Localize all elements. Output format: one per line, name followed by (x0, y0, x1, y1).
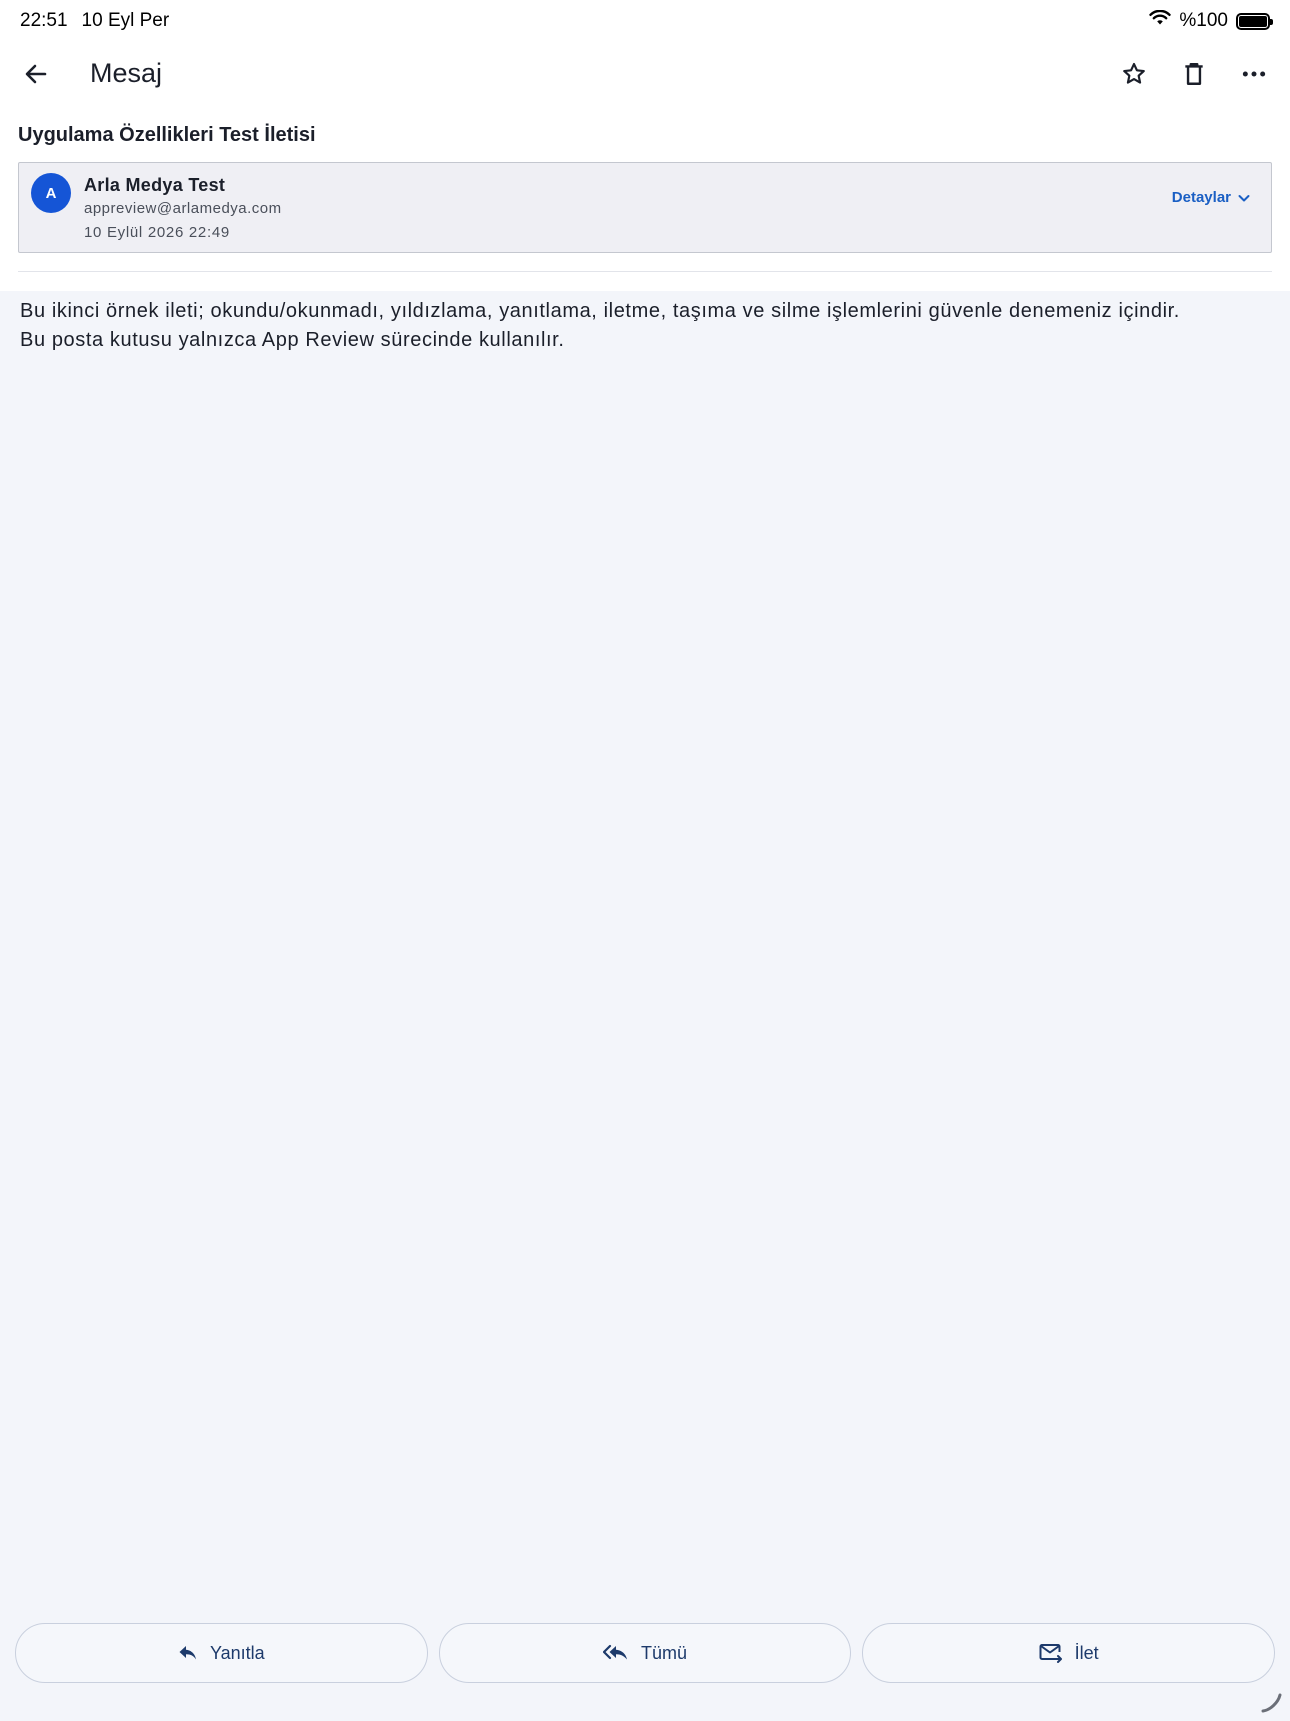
status-time: 22:51 (20, 10, 68, 31)
forward-label: İlet (1074, 1642, 1099, 1663)
wifi-icon (1149, 9, 1172, 32)
page-title: Mesaj (90, 58, 163, 88)
avatar: A (31, 173, 71, 213)
trash-icon (1185, 63, 1203, 85)
reply-all-label: Tümü (641, 1642, 688, 1663)
more-icon (1242, 71, 1266, 77)
sender-name: Arla Medya Test (84, 175, 226, 195)
sender-card: A Arla Medya Test appreview@arlamedya.co… (18, 162, 1272, 253)
bottom-actions: Yanıtla Tümü İlet (15, 1623, 1276, 1683)
divider (18, 271, 1272, 272)
battery-percent: %100 (1179, 10, 1228, 31)
reply-label: Yanıtla (209, 1642, 265, 1663)
reply-icon (179, 1646, 196, 1660)
back-button[interactable] (18, 56, 54, 92)
delete-button[interactable] (1176, 56, 1212, 92)
message-subject: Uygulama Özellikleri Test İletisi (18, 124, 316, 146)
details-label: Detaylar (1171, 189, 1231, 206)
message-body-line: Bu ikinci örnek ileti; okundu/okunmadı, … (20, 300, 1180, 322)
reply-button[interactable]: Yanıtla (15, 1623, 428, 1683)
forward-button[interactable]: İlet (862, 1623, 1276, 1683)
nav-bar: Mesaj (0, 52, 1290, 98)
reply-all-icon (603, 1644, 627, 1660)
message-body: Bu ikinci örnek ileti; okundu/okunmadı, … (20, 297, 1270, 355)
more-button[interactable] (1236, 56, 1272, 92)
sender-email: appreview@arlamedya.com (84, 200, 282, 217)
reply-all-button[interactable]: Tümü (438, 1623, 852, 1683)
star-icon (1123, 62, 1145, 84)
chevron-down-icon (1238, 194, 1250, 201)
star-button[interactable] (1116, 56, 1152, 92)
message-body-line: Bu posta kutusu yalnızca App Review süre… (20, 329, 565, 351)
forward-mail-icon (1039, 1644, 1062, 1663)
details-button[interactable]: Detaylar (1172, 189, 1251, 206)
arrow-left-icon (25, 64, 47, 84)
resize-handle-icon[interactable] (1260, 1691, 1282, 1713)
message-date: 10 Eylül 2026 22:49 (84, 224, 230, 241)
status-bar: 22:51 10 Eyl Per %100 (0, 0, 1290, 42)
status-date: 10 Eyl Per (81, 10, 170, 31)
battery-icon (1236, 12, 1273, 30)
